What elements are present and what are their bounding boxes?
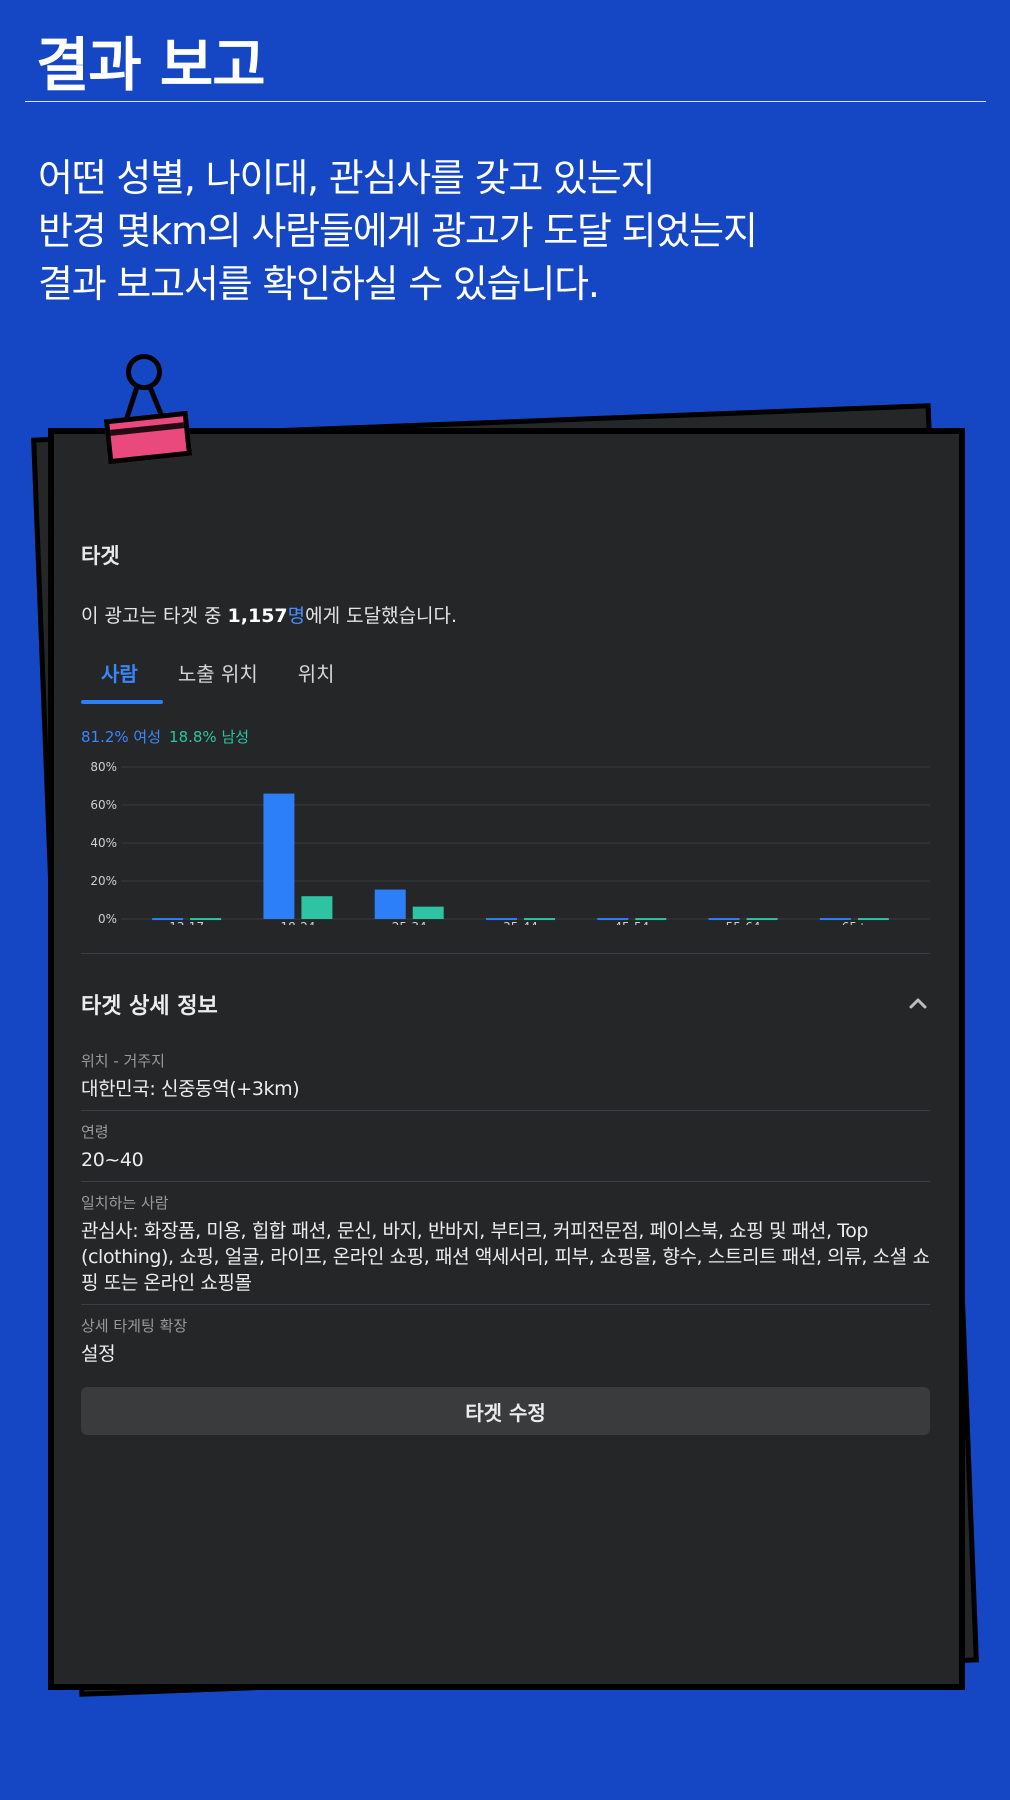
edit-target-button[interactable]: 타겟 수정: [81, 1387, 930, 1435]
y-tick-label: 20%: [90, 874, 117, 888]
field-value: 20~40: [81, 1149, 144, 1171]
field-label: 위치 - 거주지: [81, 1052, 165, 1070]
x-tick-label: 55-64: [726, 920, 761, 925]
reach-unit: 명: [287, 605, 306, 627]
field-expansion: 상세 타게팅 확장 설정: [81, 1305, 930, 1375]
bar-male: [301, 896, 333, 919]
chevron-up-icon[interactable]: [906, 992, 930, 1016]
field-interests: 일치하는 사람 관심사: 화장품, 미용, 힙합 패션, 문신, 바지, 반바지…: [81, 1182, 930, 1304]
binder-clip-ring: [126, 354, 162, 390]
active-tab-indicator: [81, 700, 163, 704]
binder-clip-icon: [103, 410, 193, 465]
y-tick-label: 40%: [90, 836, 117, 850]
field-label: 일치하는 사람: [81, 1194, 169, 1212]
intro-line: 결과 보고서를 확인하실 수 있습니다.: [38, 262, 600, 306]
reach-summary: 이 광고는 타겟 중 1,157명에게 도달했습니다.: [81, 601, 930, 628]
target-title: 타겟: [81, 544, 120, 568]
tab-people[interactable]: 사람: [81, 654, 158, 702]
y-tick-label: 0%: [98, 912, 117, 925]
section-divider: [81, 953, 930, 954]
x-tick-label: 45-54: [614, 920, 649, 925]
reach-suffix: 에게 도달했습니다.: [305, 605, 458, 627]
field-age: 연령 20~40: [81, 1111, 930, 1181]
field-label: 연령: [81, 1123, 109, 1141]
header-divider: [25, 101, 986, 102]
x-tick-label: 13-17: [169, 920, 204, 925]
bar-female: [374, 889, 406, 919]
x-tick-label: 65+: [842, 920, 867, 925]
bar-male: [412, 906, 444, 919]
reach-count: 1,157: [227, 605, 288, 627]
bar-female: [263, 793, 295, 919]
x-tick-label: 18-24: [280, 920, 315, 925]
x-tick-label: 25-34: [392, 920, 427, 925]
details-title: 타겟 상세 정보: [81, 994, 218, 1019]
field-value: 설정: [81, 1343, 116, 1365]
reach-prefix: 이 광고는 타겟 중: [81, 605, 228, 627]
y-tick-label: 60%: [90, 798, 117, 812]
age-gender-chart: 80% 60% 40% 20% 0% 13-17 18-24 25-34 35-44 45-54 5…: [81, 755, 930, 925]
intro-line: 어떤 성별, 나이대, 관심사를 갖고 있는지: [38, 156, 656, 200]
target-tabs: 사람 노출 위치 위치: [81, 654, 930, 704]
details-header[interactable]: 타겟 상세 정보: [81, 988, 930, 1020]
page-title: 결과 보고: [36, 31, 266, 99]
tab-placement[interactable]: 노출 위치: [158, 654, 278, 702]
tab-location[interactable]: 위치: [278, 654, 355, 702]
intro-line: 반경 몇km의 사람들에게 광고가 도달 되었는지: [38, 209, 758, 253]
x-tick-label: 35-44: [503, 920, 538, 925]
male-share: 18.8% 남성: [169, 728, 250, 746]
field-label: 상세 타게팅 확장: [81, 1317, 188, 1335]
target-panel: 타겟 이 광고는 타겟 중 1,157명에게 도달했습니다. 사람 노출 위치 …: [81, 540, 930, 1435]
field-value: 관심사: 화장품, 미용, 힙합 패션, 문신, 바지, 반바지, 부티크, 커…: [81, 1220, 930, 1294]
age-gender-chart-svg: 80% 60% 40% 20% 0% 13-17 18-24 25-34 35-44 45-54 5…: [90, 760, 930, 925]
intro-text: 어떤 성별, 나이대, 관심사를 갖고 있는지 반경 몇km의 사람들에게 광고…: [38, 152, 978, 311]
gender-split: 81.2% 여성 18.8% 남성: [81, 726, 930, 747]
field-location: 위치 - 거주지 대한민국: 신중동역(+3km): [81, 1040, 930, 1110]
y-tick-label: 80%: [90, 760, 117, 774]
field-value: 대한민국: 신중동역(+3km): [81, 1078, 300, 1100]
female-share: 81.2% 여성: [81, 728, 162, 746]
